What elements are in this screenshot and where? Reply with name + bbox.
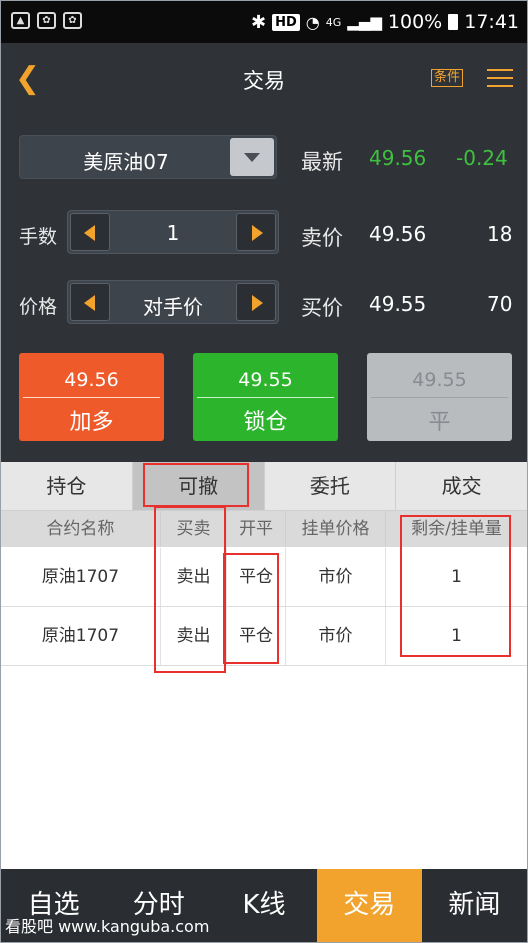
tab-orders[interactable]: 委托 <box>265 462 397 510</box>
close-label: 平 <box>428 410 451 435</box>
close-position-button[interactable]: 49.55 平 <box>367 353 512 441</box>
sell-price-label: 卖价 <box>301 226 343 250</box>
lock-price: 49.55 <box>238 369 293 391</box>
price-stepper: 对手价 <box>67 280 279 324</box>
price-increase-button[interactable] <box>236 283 276 321</box>
contract-select[interactable]: 美原油07 <box>19 135 277 179</box>
price-change: -0.24 <box>456 146 508 170</box>
battery-percent: 100% <box>387 11 443 33</box>
cell-contract: 原油1707 <box>1 548 161 606</box>
buy-price: 49.55 <box>369 292 427 316</box>
app-header: ❮ 交易 条件 <box>1 43 527 113</box>
sell-price: 49.56 <box>369 222 427 246</box>
tab-positions[interactable]: 持仓 <box>1 462 133 510</box>
annotation-box <box>154 506 226 673</box>
nav-trade[interactable]: 交易 <box>316 869 422 942</box>
price-label: 价格 <box>19 296 58 318</box>
lock-position-button[interactable]: 49.55 锁仓 <box>193 353 338 441</box>
col-contract: 合约名称 <box>1 511 161 547</box>
latest-price: 49.56 <box>369 146 427 170</box>
watermark: 看股吧 www.kanguba.com <box>5 917 210 936</box>
nav-kline[interactable]: K线 <box>211 869 316 942</box>
image-icon: ▲ <box>11 12 30 29</box>
annotation-box <box>143 463 249 507</box>
wifi-icon: ◔ <box>305 12 320 32</box>
hamburger-icon[interactable] <box>487 69 513 93</box>
paw-icon: ✿ <box>63 12 82 29</box>
col-open-close: 开平 <box>227 511 286 547</box>
buy-price-label: 买价 <box>301 296 343 320</box>
qty-increase-button[interactable] <box>236 213 276 251</box>
hd-badge: HD <box>272 13 300 31</box>
app-frame: ▲ ✿ ✿ ✱ HD ◔ 4G ▂▄▆ 100% 17:41 ❮ 交易 条件 美… <box>0 0 528 943</box>
add-long-price: 49.56 <box>64 369 119 391</box>
trade-panel: 美原油07 最新 49.56 -0.24 手数 1 卖价 49.56 18 价格… <box>1 113 527 462</box>
cell-order-price: 市价 <box>286 607 387 665</box>
qty-label: 手数 <box>19 226 58 248</box>
order-tabs: 持仓 可撤 委托 成交 <box>1 462 527 511</box>
status-indicators: ✱ HD ◔ 4G ▂▄▆ 100% 17:41 <box>251 1 519 43</box>
network-label: 4G <box>325 15 342 29</box>
lock-label: 锁仓 <box>243 410 288 435</box>
qty-stepper: 1 <box>67 210 279 254</box>
add-long-button[interactable]: 49.56 加多 <box>19 353 164 441</box>
close-price: 49.55 <box>412 369 467 391</box>
status-bar: ▲ ✿ ✿ ✱ HD ◔ 4G ▂▄▆ 100% 17:41 <box>1 1 527 43</box>
bluetooth-icon: ✱ <box>251 11 267 33</box>
signal-icon: ▂▄▆ <box>347 13 382 31</box>
paw-icon: ✿ <box>37 12 56 29</box>
qty-decrease-button[interactable] <box>70 213 110 251</box>
price-value[interactable]: 对手价 <box>112 291 234 320</box>
cell-contract: 原油1707 <box>1 607 161 665</box>
qty-value[interactable]: 1 <box>112 221 234 245</box>
col-order-price: 挂单价格 <box>286 511 387 547</box>
buy-qty: 70 <box>487 292 513 316</box>
condition-order-button[interactable]: 条件 <box>431 69 464 87</box>
clock: 17:41 <box>464 11 519 33</box>
annotation-box <box>400 515 511 657</box>
annotation-box <box>223 553 279 664</box>
cell-order-price: 市价 <box>286 548 387 606</box>
chevron-down-icon[interactable] <box>230 138 274 176</box>
add-long-label: 加多 <box>69 410 114 435</box>
price-decrease-button[interactable] <box>70 283 110 321</box>
sell-qty: 18 <box>487 222 513 246</box>
nav-news[interactable]: 新闻 <box>422 869 527 942</box>
contract-select-value: 美原油07 <box>83 150 169 174</box>
latest-label: 最新 <box>301 150 343 174</box>
battery-icon <box>448 14 459 30</box>
tab-deals[interactable]: 成交 <box>396 462 527 510</box>
